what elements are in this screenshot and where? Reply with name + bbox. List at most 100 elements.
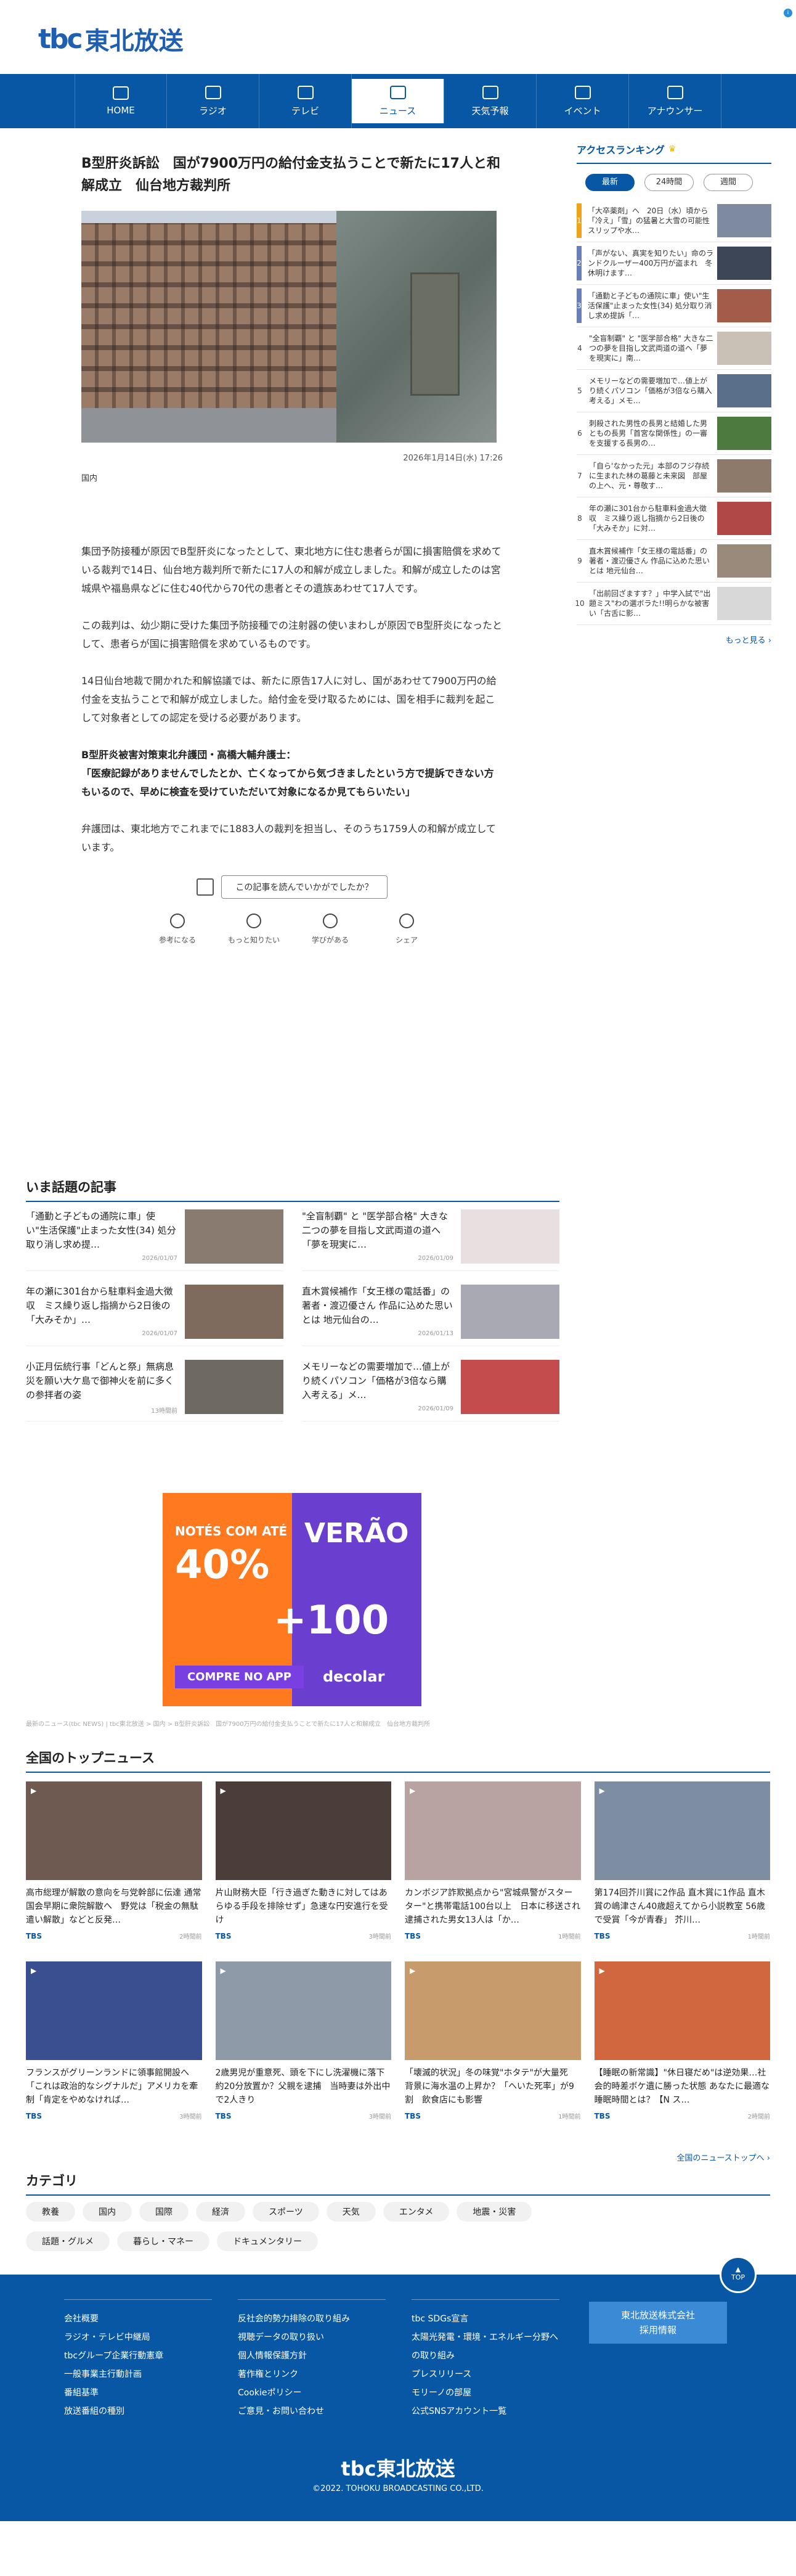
footer-link[interactable]: Cookieポリシー <box>238 2384 386 2402</box>
footer-link[interactable]: 公式SNSアカウント一覧 <box>412 2402 559 2421</box>
footer-link[interactable]: 反社会的勢力排除の取り組み <box>238 2310 386 2328</box>
article-paragraph: 集団予防接種が原因でB型肝炎になったとして、東北地方に住む患者らが国に損害賠償を… <box>81 546 502 594</box>
footer-link[interactable]: ラジオ・テレビ中継局 <box>64 2328 212 2347</box>
breadcrumb[interactable]: 最新のニュース(tbc NEWS) | tbc東北放送 > 国内 > B型肝炎訴… <box>26 1719 430 1728</box>
footer-link[interactable]: 著作権とリンク <box>238 2365 386 2384</box>
ranking-more-link[interactable]: もっと見る › <box>577 634 771 645</box>
category-chip[interactable]: 経済 <box>196 2202 245 2222</box>
ranking-item[interactable]: 3 「通勤と子どもの通院に車」使い"生活保護"止まった女性(34) 処分取り消し求… <box>577 285 771 327</box>
reaction-button[interactable]: 学びがある <box>303 914 358 945</box>
footer-link[interactable]: 太陽光発電・環境・エネルギー分野への取り組み <box>412 2328 559 2365</box>
play-icon: ▶ <box>410 1786 416 1795</box>
category-chip[interactable]: 国際 <box>139 2202 189 2222</box>
ranking-tab[interactable]: 24時間 <box>644 174 694 191</box>
footer-link[interactable]: プレスリリース <box>412 2365 559 2384</box>
nav-item-5[interactable]: イベント <box>537 74 629 128</box>
national-news-text: 【睡眠の新常識】"休日寝だめ"は逆効果…社会的時差ボケ遺に勝った状態 あなたに最… <box>594 2068 770 2105</box>
footer-link[interactable]: 放送番組の種別 <box>64 2402 212 2421</box>
category-chip[interactable]: 教養 <box>26 2202 75 2222</box>
play-icon: ▶ <box>31 1966 37 1975</box>
ranking-item[interactable]: 2 「声がない、真実を知りたい」命のランドクルーザー400万円が盗まれ 冬休明けま… <box>577 242 771 285</box>
ad-button[interactable]: COMPRE NO APP <box>175 1666 304 1688</box>
ranking-item[interactable]: 7 「自ら'なかった元」本部のフジ存続に生まれた林の葛藤と未来図 部屋の上へ、元・… <box>577 455 771 497</box>
topic-date-line: 2026/01/09 <box>418 1405 453 1412</box>
ranking-thumbnail <box>717 247 771 280</box>
national-more-link[interactable]: 全国のニューストップへ › <box>676 2151 770 2163</box>
site-logo[interactable]: tbc 東北放送 <box>38 21 184 57</box>
feedback-bubble: この記事を読んでいかがでしたか？ <box>221 875 388 899</box>
play-icon: ▶ <box>410 1966 416 1975</box>
category-chip[interactable]: 地震・災害 <box>457 2202 532 2222</box>
ad-text-3: VERÃO <box>304 1518 409 1549</box>
reaction-button[interactable]: 参考になる <box>150 914 205 945</box>
category-chip[interactable]: 暮らし・マネー <box>117 2231 209 2251</box>
footer-logo[interactable]: tbc東北放送 <box>0 2453 796 2482</box>
footer-link[interactable]: tbcグループ企業行動憲章 <box>64 2347 212 2365</box>
advertisement[interactable]: NOTÉS COM ATÉ 40% VERÃO +100 COMPRE NO A… <box>163 1493 421 1706</box>
ranking-number: 6 <box>577 429 582 438</box>
ranking-tab[interactable]: 週間 <box>704 174 753 191</box>
nav-item-6[interactable]: アナウンサー <box>629 74 721 128</box>
ranking-item[interactable]: 10 「出前回ざますす？」中学入試で"出題ミス"わの選ボラた!!明らかな被害い「古… <box>575 583 771 625</box>
adchoices-icon[interactable]: i <box>784 9 792 17</box>
ranking-item[interactable]: 6 刺殺された男性の長男と結婚した男ともの長男「首宮な関係性」の一審を支援する長男… <box>577 412 771 455</box>
footer-link[interactable]: tbc SDGs宣言 <box>412 2310 559 2328</box>
footer-link[interactable]: 一般事業主行動計画 <box>64 2365 212 2384</box>
category-chip[interactable]: 天気 <box>326 2202 376 2222</box>
nav-label: ニュース <box>379 105 416 117</box>
national-news-card[interactable]: ▶ 片山財務大臣「行き過ぎた動きに対してはあらゆる手段を排除せず」急速な円安進行を… <box>215 1781 391 1940</box>
reaction-button[interactable]: もっと知りたい <box>226 914 282 945</box>
category-chip[interactable]: スポーツ <box>253 2202 319 2222</box>
national-news-card[interactable]: ▶ 「壊滅的状況」冬の味覚"ホタテ"が大量死 背景に海水温の上昇か？「ヘいた死率」… <box>405 1961 581 2120</box>
ranking-thumbnail <box>717 289 771 322</box>
footer-link[interactable]: 会社概要 <box>64 2310 212 2328</box>
category-chip[interactable]: 話題・グルメ <box>26 2231 110 2251</box>
category-list: 教養 国内 国際 経済 スポーツ 天気 エンタメ 地震・災害話題・グルメ 暮らし・マネー ドキュメ… <box>26 2202 559 2251</box>
category-chip[interactable]: エンタメ <box>383 2202 450 2222</box>
article-paragraph: B型肝炎被害対策東北弁護団・高橋大輔弁護士： 「医療記録がありませんでしたとか、… <box>81 749 494 798</box>
nav-item-1[interactable]: ラジオ <box>167 74 259 128</box>
footer-link[interactable]: 番組基準 <box>64 2384 212 2402</box>
topics-title: いま話題の記事 <box>26 1177 559 1202</box>
article-category[interactable]: 国内 <box>81 472 503 483</box>
footer-link[interactable]: ご意見・お問い合わせ <box>238 2402 386 2421</box>
national-news-card[interactable]: ▶ 2歳男児が重意死、頭を下にし洗濯機に落下 約20分放置か？父親を逮捕 当時妻は… <box>215 1961 391 2120</box>
national-news-thumbnail: ▶ <box>594 1961 770 2060</box>
reaction-button[interactable]: シェア <box>379 914 434 945</box>
back-to-top-button[interactable]: ▲ TOP <box>720 2256 757 2293</box>
ranking-item[interactable]: 9 直木賞候補作「女王様の電話番」の著者・渡辺優さん 作品に込めた思いとは 地元仙… <box>577 540 771 583</box>
recruit-button[interactable]: 東北放送株式会社 採用情報 <box>589 2302 727 2344</box>
article: B型肝炎訴訟 国が7900万円の給付金支払うことで新たに17人と和解成立 仙台地… <box>81 153 503 945</box>
footer-link[interactable]: 視聴データの取り扱い <box>238 2328 386 2347</box>
topic-item[interactable]: "全盲制覇" と "医学部合格" 大きな二つの夢を目指し文武両道の道へ「夢を現実… <box>302 1209 559 1271</box>
ranking-item[interactable]: 4 "全盲制覇" と "医学部合格" 大きな二つの夢を目指し文武両道の道へ「夢を現… <box>577 327 771 370</box>
ranking-thumbnail <box>717 544 771 578</box>
footer-link[interactable]: 個人情報保護方針 <box>238 2347 386 2365</box>
topic-item[interactable]: 「通勤と子どもの通院に車」使い"生活保護"止まった女性(34) 処分取り消し求め… <box>26 1209 283 1271</box>
nav-item-0[interactable]: HOME <box>75 74 167 128</box>
national-news-card[interactable]: ▶ 高市総理が解散の意向を与党幹部に伝達 通常国会早期に衆院解散へ 野党は「税金の… <box>26 1781 202 1940</box>
ranking-item[interactable]: 8 年の瀬に301台から駐車料金過大徴収 ミス繰り返し指摘から2日後の「大みそか」… <box>577 497 771 540</box>
topic-text-wrap: 直木賞候補作「女王様の電話番」の著者・渡辺優さん 作品に込めた思いとは 地元仙台… <box>302 1285 453 1346</box>
ranking-item[interactable]: 1 「大卒薬剤」へ 20日（水）頃から「冷え」「雪」の猛暑と大雪の可能性 スリップ… <box>577 200 771 242</box>
ranking-tab[interactable]: 最新 <box>585 174 635 191</box>
category-chip[interactable]: ドキュメンタリー <box>217 2231 318 2251</box>
topic-item[interactable]: 直木賞候補作「女王様の電話番」の著者・渡辺優さん 作品に込めた思いとは 地元仙台… <box>302 1285 559 1346</box>
topic-item[interactable]: 小正月伝統行事「どんと祭」無病息災を願い大ケ島で御神火を前に多くの参拝者の姿 13… <box>26 1360 283 1421</box>
national-news-card[interactable]: ▶ 【睡眠の新常識】"休日寝だめ"は逆効果…社会的時差ボケ遺に勝った状態 あなたに… <box>594 1961 770 2120</box>
nav-label: ラジオ <box>199 105 227 117</box>
nav-item-4[interactable]: 天気予報 <box>444 74 537 128</box>
nav-label: 天気予報 <box>471 105 509 117</box>
footer-link[interactable]: モリーノの部屋 <box>412 2384 559 2402</box>
topic-item[interactable]: メモリーなどの需要増加で…値上がり続くパソコン「価格が3倍なら購入考える」メ… 2… <box>302 1360 559 1421</box>
nav-item-2[interactable]: テレビ <box>259 74 352 128</box>
ranking-text: 「大卒薬剤」へ 20日（水）頃から「冷え」「雪」の猛暑と大雪の可能性 スリップや… <box>588 206 717 235</box>
national-news-card[interactable]: ▶ 第174回芥川賞に2作品 直木賞に1作品 直木賞の嶋津さん40歳超えてから小説… <box>594 1781 770 1940</box>
national-news-card[interactable]: ▶ カンボジア詐欺拠点から"宮城県警がスターター"と携帯電話100台以上 日本に移… <box>405 1781 581 1940</box>
nav-item-3[interactable]: ニュース <box>352 79 444 123</box>
category-chip[interactable]: 国内 <box>83 2202 132 2222</box>
national-news-card[interactable]: ▶ フランスがグリーンランドに領事館開設へ「これは政治的なシグナルだ」アメリカを牽… <box>26 1961 202 2120</box>
topic-item[interactable]: 年の瀬に301台から駐車料金過大徴収 ミス繰り返し指摘から2日後の「大みそか」…… <box>26 1285 283 1346</box>
ranking-title: アクセスランキング ♛ <box>577 142 771 164</box>
ranking-item[interactable]: 5 メモリーなどの需要増加で…値上がり続くパソコン「価格が3倍なら購入考える」メモ… <box>577 370 771 412</box>
